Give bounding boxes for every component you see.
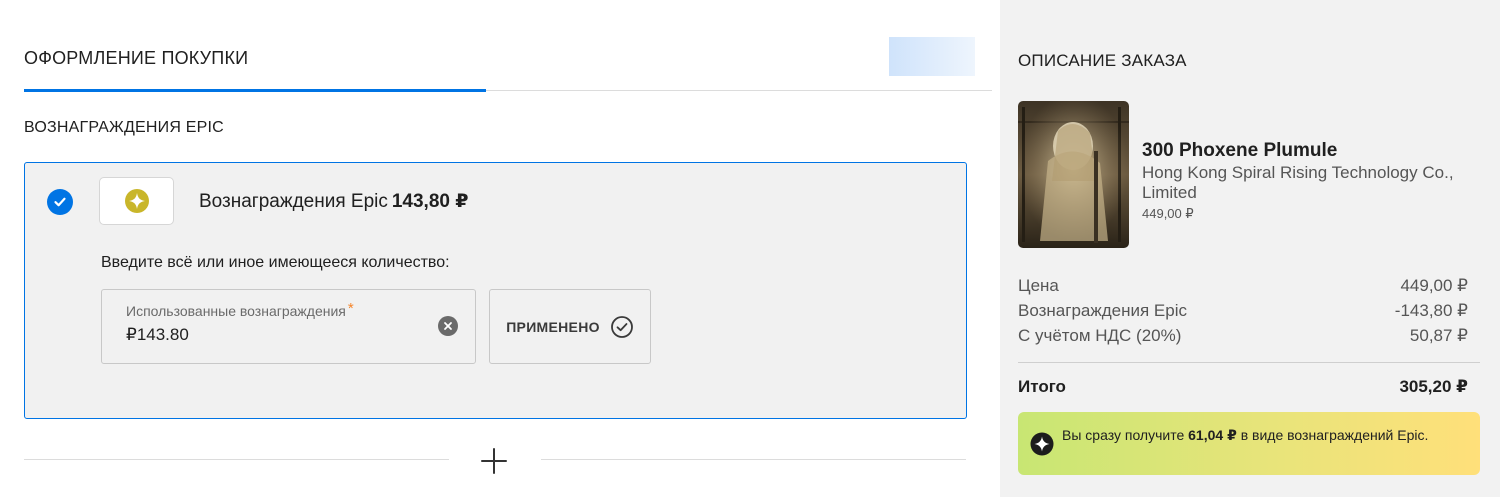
applied-label: ПРИМЕНЕНО — [506, 318, 600, 335]
order-summary-panel: ОПИСАНИЕ ЗАКАЗА 300 Phoxene Plumule Hong… — [1000, 0, 1500, 497]
check-circle-icon — [610, 315, 633, 338]
required-mark: * — [347, 300, 354, 317]
price-line-rewards: Вознаграждения Epic -143,80 ₽ — [1018, 301, 1468, 320]
divider — [24, 459, 449, 460]
price-breakdown: Цена 449,00 ₽ Вознаграждения Epic -143,8… — [1018, 276, 1468, 351]
reward-amount: 143,80 ₽ — [391, 191, 469, 212]
plus-icon — [481, 448, 507, 474]
applied-button[interactable]: ПРИМЕНЕНО — [489, 289, 651, 364]
rewards-earned-banner: Вы сразу получите 61,04 ₽ в виде вознагр… — [1018, 412, 1480, 475]
used-rewards-label: Использованные вознаграждения * — [126, 300, 354, 319]
price-line-vat: С учётом НДС (20%) 50,87 ₽ — [1018, 326, 1468, 345]
rewards-selected-checkbox[interactable] — [47, 189, 73, 215]
rewards-earned-text: Вы сразу получите 61,04 ₽ в виде вознагр… — [1062, 427, 1429, 443]
add-payment-button[interactable] — [479, 446, 509, 476]
summary-divider — [1018, 362, 1480, 363]
divider — [541, 459, 966, 460]
product-publisher: Hong Kong Spiral Rising Technology Co., … — [1142, 163, 1454, 202]
total-label: Итого — [1018, 377, 1066, 396]
rewards-heading: ВОЗНАГРАЖДЕНИЯ EPIC — [24, 119, 224, 136]
epic-rewards-badge-icon — [1030, 432, 1054, 456]
product-price: 449,00 ₽ — [1142, 206, 1194, 221]
total-line: Итого 305,20 ₽ — [1018, 377, 1468, 397]
epic-rewards-logo — [99, 177, 174, 225]
checkout-panel: ОФОРМЛЕНИЕ ПОКУПКИ ВОЗНАГРАЖДЕНИЯ EPIC В… — [0, 0, 1000, 497]
check-icon — [54, 197, 66, 207]
amount-hint: Введите всё или иное имеющееся количеств… — [101, 254, 450, 271]
clear-field-button[interactable] — [438, 316, 458, 336]
used-rewards-field[interactable]: Использованные вознаграждения * — [101, 289, 476, 364]
reward-balance-line: Вознаграждения Epic 143,80 ₽ — [199, 190, 468, 213]
used-rewards-input[interactable] — [126, 325, 406, 345]
total-value: 305,20 ₽ — [1399, 377, 1468, 396]
order-summary-title: ОПИСАНИЕ ЗАКАЗА — [1018, 51, 1187, 70]
rewards-earned-amount: 61,04 ₽ — [1188, 427, 1237, 443]
price-line-price: Цена 449,00 ₽ — [1018, 276, 1468, 295]
header-decoration — [889, 37, 975, 76]
product-name: 300 Phoxene Plumule — [1142, 140, 1338, 161]
reward-label: Вознаграждения Epic — [199, 191, 388, 212]
epic-rewards-logo-icon — [124, 189, 149, 213]
product-thumbnail — [1018, 101, 1129, 248]
clear-icon — [444, 322, 452, 330]
checkout-title: ОФОРМЛЕНИЕ ПОКУПКИ — [24, 48, 249, 68]
rewards-option-panel[interactable]: Вознаграждения Epic 143,80 ₽ Введите всё … — [24, 162, 967, 419]
tab-active-indicator — [24, 89, 486, 92]
